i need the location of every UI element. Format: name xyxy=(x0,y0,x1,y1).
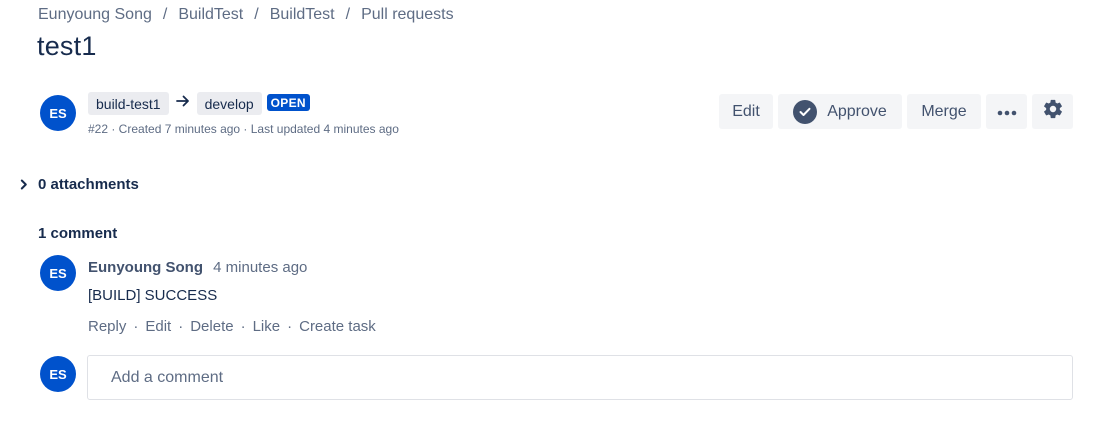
breadcrumb-separator: / xyxy=(254,6,259,23)
comment-timestamp[interactable]: 4 minutes ago xyxy=(213,259,307,276)
approve-button[interactable]: Approve xyxy=(778,94,902,129)
separator-dot: · xyxy=(240,318,246,335)
arrow-right-icon xyxy=(169,95,197,107)
comment-author[interactable]: Eunyoung Song xyxy=(88,259,203,276)
add-comment-input[interactable]: Add a comment xyxy=(87,355,1073,400)
chevron-right-icon xyxy=(20,179,38,190)
more-actions-button[interactable] xyxy=(986,94,1027,129)
branch-info: build-test1 develop OPEN xyxy=(88,92,310,115)
check-circle-icon xyxy=(793,99,818,124)
target-branch[interactable]: develop xyxy=(196,92,262,115)
breadcrumb-separator: / xyxy=(162,6,168,23)
like-link[interactable]: Like xyxy=(253,318,281,335)
breadcrumb-item-project[interactable]: BuildTest xyxy=(178,6,243,24)
attachments-label: 0 attachments xyxy=(38,176,139,193)
breadcrumb-item-pull-requests[interactable]: Pull requests xyxy=(361,6,454,24)
settings-button[interactable] xyxy=(1032,94,1073,129)
pr-actions: Edit Approve Merge xyxy=(719,94,1073,129)
pr-meta: #22 · Created 7 minutes ago · Last updat… xyxy=(88,122,399,136)
status-badge: OPEN xyxy=(266,94,310,111)
edit-button[interactable]: Edit xyxy=(719,94,773,129)
reply-link[interactable]: Reply xyxy=(88,318,126,335)
current-user-avatar: ES xyxy=(40,356,76,392)
breadcrumb-item-repository[interactable]: BuildTest xyxy=(270,6,335,24)
breadcrumb-separator: / xyxy=(345,6,351,23)
edit-comment-link[interactable]: Edit xyxy=(145,318,171,335)
delete-comment-link[interactable]: Delete xyxy=(190,318,233,335)
create-task-link[interactable]: Create task xyxy=(299,318,376,335)
approve-label: Approve xyxy=(827,102,887,120)
author-avatar[interactable]: ES xyxy=(40,95,76,131)
separator-dot: · xyxy=(287,318,293,335)
comment-body: [BUILD] SUCCESS xyxy=(88,287,218,304)
comments-heading: 1 comment xyxy=(38,225,118,242)
breadcrumb-item-user[interactable]: Eunyoung Song xyxy=(38,6,152,24)
page-title: test1 xyxy=(37,31,97,61)
comment-avatar[interactable]: ES xyxy=(40,255,76,291)
attachments-toggle[interactable]: 0 attachments xyxy=(20,176,139,193)
comment-actions: Reply · Edit · Delete · Like · Create ta… xyxy=(88,318,376,335)
merge-button[interactable]: Merge xyxy=(907,94,981,129)
more-icon xyxy=(997,103,1017,121)
gear-icon xyxy=(1042,98,1064,125)
source-branch[interactable]: build-test1 xyxy=(88,92,169,115)
separator-dot: · xyxy=(178,318,184,335)
comment-header: Eunyoung Song 4 minutes ago xyxy=(88,259,307,276)
separator-dot: · xyxy=(133,318,139,335)
breadcrumb: Eunyoung Song / BuildTest / BuildTest / … xyxy=(38,6,454,24)
